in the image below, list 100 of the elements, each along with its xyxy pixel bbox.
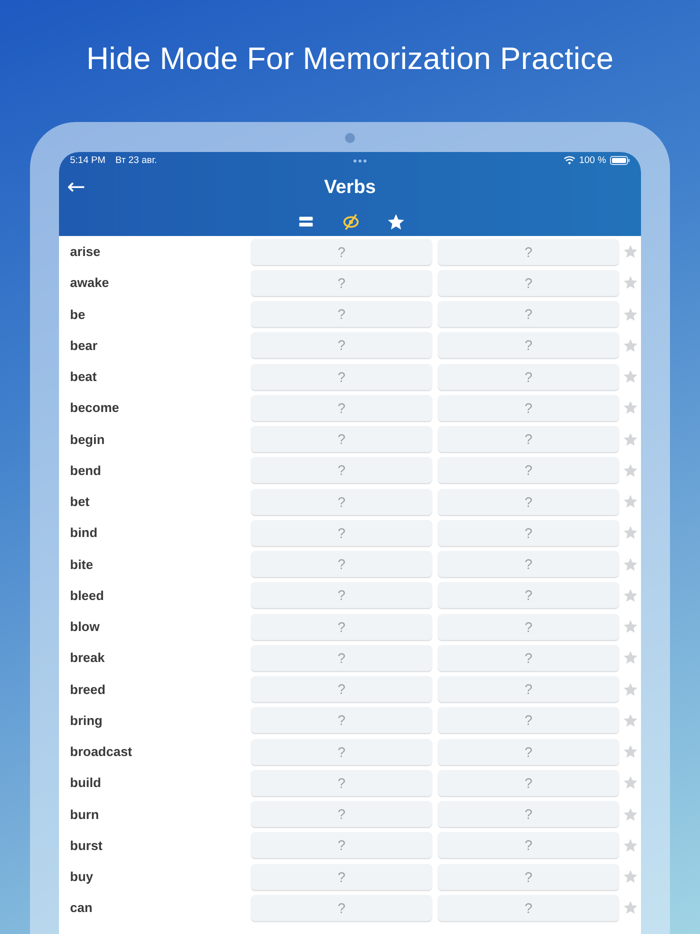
hidden-answer-cell[interactable]: ? [438, 364, 619, 390]
star-icon[interactable] [623, 525, 638, 540]
verb-text: build [69, 775, 102, 790]
verb-text: broadcast [69, 744, 132, 760]
verb-text: bleed [69, 588, 104, 603]
verb-text: bring [69, 712, 102, 728]
battery-percent: 100 % [579, 155, 606, 166]
hidden-answer-cell[interactable]: ? [251, 614, 432, 640]
verb-text: can [69, 900, 92, 916]
verb-text: be [69, 306, 86, 322]
verb-text: beat [69, 369, 97, 384]
hidden-answer-cell[interactable]: ? [438, 488, 619, 515]
verb-text: begin [69, 432, 105, 447]
star-icon[interactable] [623, 244, 638, 260]
hidden-answer-cell[interactable]: ? [438, 301, 619, 328]
star-icon[interactable] [623, 369, 638, 384]
star-icon[interactable] [623, 494, 638, 510]
hidden-answer-cell[interactable]: ? [251, 644, 432, 671]
star-icon[interactable] [386, 212, 404, 230]
hidden-answer-cell[interactable]: ? [251, 707, 432, 734]
star-icon[interactable] [623, 306, 638, 322]
star-icon[interactable] [623, 900, 638, 916]
headline: Hide Mode For Memorization Practice [86, 41, 614, 77]
hidden-answer-cell[interactable]: ? [251, 364, 432, 390]
hidden-answer-cell[interactable]: ? [438, 707, 619, 734]
hidden-answer-cell[interactable]: ? [438, 770, 619, 796]
hidden-answer-cell[interactable]: ? [438, 520, 619, 546]
hidden-answer-cell[interactable]: ? [438, 332, 619, 358]
hidden-answer-cell[interactable]: ? [438, 894, 619, 921]
hidden-answer-cell[interactable]: ? [438, 426, 619, 452]
hidden-answer-cell[interactable]: ? [251, 520, 432, 546]
verb-text: bear [69, 338, 98, 353]
hidden-answer-cell[interactable]: ? [251, 426, 432, 452]
verb-text: breed [69, 682, 106, 697]
star-icon[interactable] [623, 838, 638, 853]
star-icon[interactable] [623, 712, 638, 728]
hidden-answer-cell[interactable]: ? [438, 394, 619, 421]
hidden-answer-cell[interactable]: ? [251, 582, 432, 608]
back-button[interactable]: ← [67, 175, 86, 201]
hidden-answer-cell[interactable]: ? [438, 457, 619, 484]
status-time: 5:14 PM [70, 155, 106, 166]
star-icon[interactable] [623, 400, 638, 416]
hidden-answer-cell[interactable]: ? [251, 270, 432, 296]
hidden-answer-cell[interactable]: ? [438, 676, 619, 702]
verb-text: awake [69, 275, 110, 290]
hidden-answer-cell[interactable]: ? [251, 457, 432, 484]
verb-text: become [69, 400, 120, 416]
hidden-answer-cell[interactable]: ? [251, 864, 432, 890]
hidden-answer-cell[interactable]: ? [438, 582, 619, 608]
star-icon[interactable] [623, 650, 638, 666]
hidden-answer-cell[interactable]: ? [251, 488, 432, 515]
hidden-answer-cell[interactable]: ? [251, 801, 432, 828]
star-icon[interactable] [623, 619, 638, 634]
hidden-answer-cell[interactable]: ? [251, 770, 432, 796]
hidden-answer-cell[interactable]: ? [251, 738, 432, 765]
hidden-answer-cell[interactable]: ? [251, 676, 432, 702]
hidden-answer-cell[interactable]: ? [251, 832, 432, 858]
star-icon[interactable] [623, 432, 638, 447]
wifi-icon [564, 156, 576, 165]
screen-title: Verbs [324, 177, 376, 199]
verb-text: bite [69, 556, 94, 572]
more-dots-icon[interactable] [353, 158, 368, 162]
hidden-answer-cell[interactable]: ? [251, 551, 432, 578]
star-icon[interactable] [623, 275, 638, 290]
hidden-answer-cell[interactable]: ? [438, 801, 619, 828]
crossed-eye-icon[interactable] [342, 212, 360, 230]
hidden-answer-cell[interactable]: ? [438, 270, 619, 296]
verb-text: buy [69, 869, 94, 884]
verb-text: blow [69, 619, 100, 634]
battery-icon [610, 156, 630, 165]
verb-text: burst [69, 838, 102, 853]
hidden-answer-cell[interactable]: ? [438, 738, 619, 765]
star-icon[interactable] [623, 682, 638, 697]
star-icon[interactable] [623, 462, 638, 478]
verb-text: bend [69, 462, 102, 478]
star-icon[interactable] [623, 338, 638, 353]
star-icon[interactable] [623, 556, 638, 572]
hidden-answer-cell[interactable]: ? [438, 614, 619, 640]
star-icon[interactable] [623, 744, 638, 760]
hidden-answer-cell[interactable]: ? [251, 301, 432, 328]
status-date: Вт 23 авг. [115, 155, 157, 166]
verb-text: burn [69, 806, 99, 822]
verb-text: bet [69, 494, 90, 510]
star-icon[interactable] [623, 775, 638, 790]
hidden-answer-cell[interactable]: ? [438, 238, 619, 265]
hidden-answer-cell[interactable]: ? [251, 894, 432, 921]
verb-text: break [69, 650, 105, 666]
star-icon[interactable] [623, 588, 638, 603]
hidden-answer-cell[interactable]: ? [438, 832, 619, 858]
verb-text: bind [69, 525, 98, 540]
hidden-answer-cell[interactable]: ? [251, 238, 432, 265]
verb-text: arise [69, 244, 100, 260]
star-icon[interactable] [623, 806, 638, 822]
star-icon[interactable] [623, 869, 638, 884]
hidden-answer-cell[interactable]: ? [438, 644, 619, 671]
hidden-answer-cell[interactable]: ? [438, 864, 619, 890]
hidden-answer-cell[interactable]: ? [251, 332, 432, 358]
camera-icon [345, 133, 355, 143]
hidden-answer-cell[interactable]: ? [251, 394, 432, 421]
hidden-answer-cell[interactable]: ? [438, 551, 619, 578]
